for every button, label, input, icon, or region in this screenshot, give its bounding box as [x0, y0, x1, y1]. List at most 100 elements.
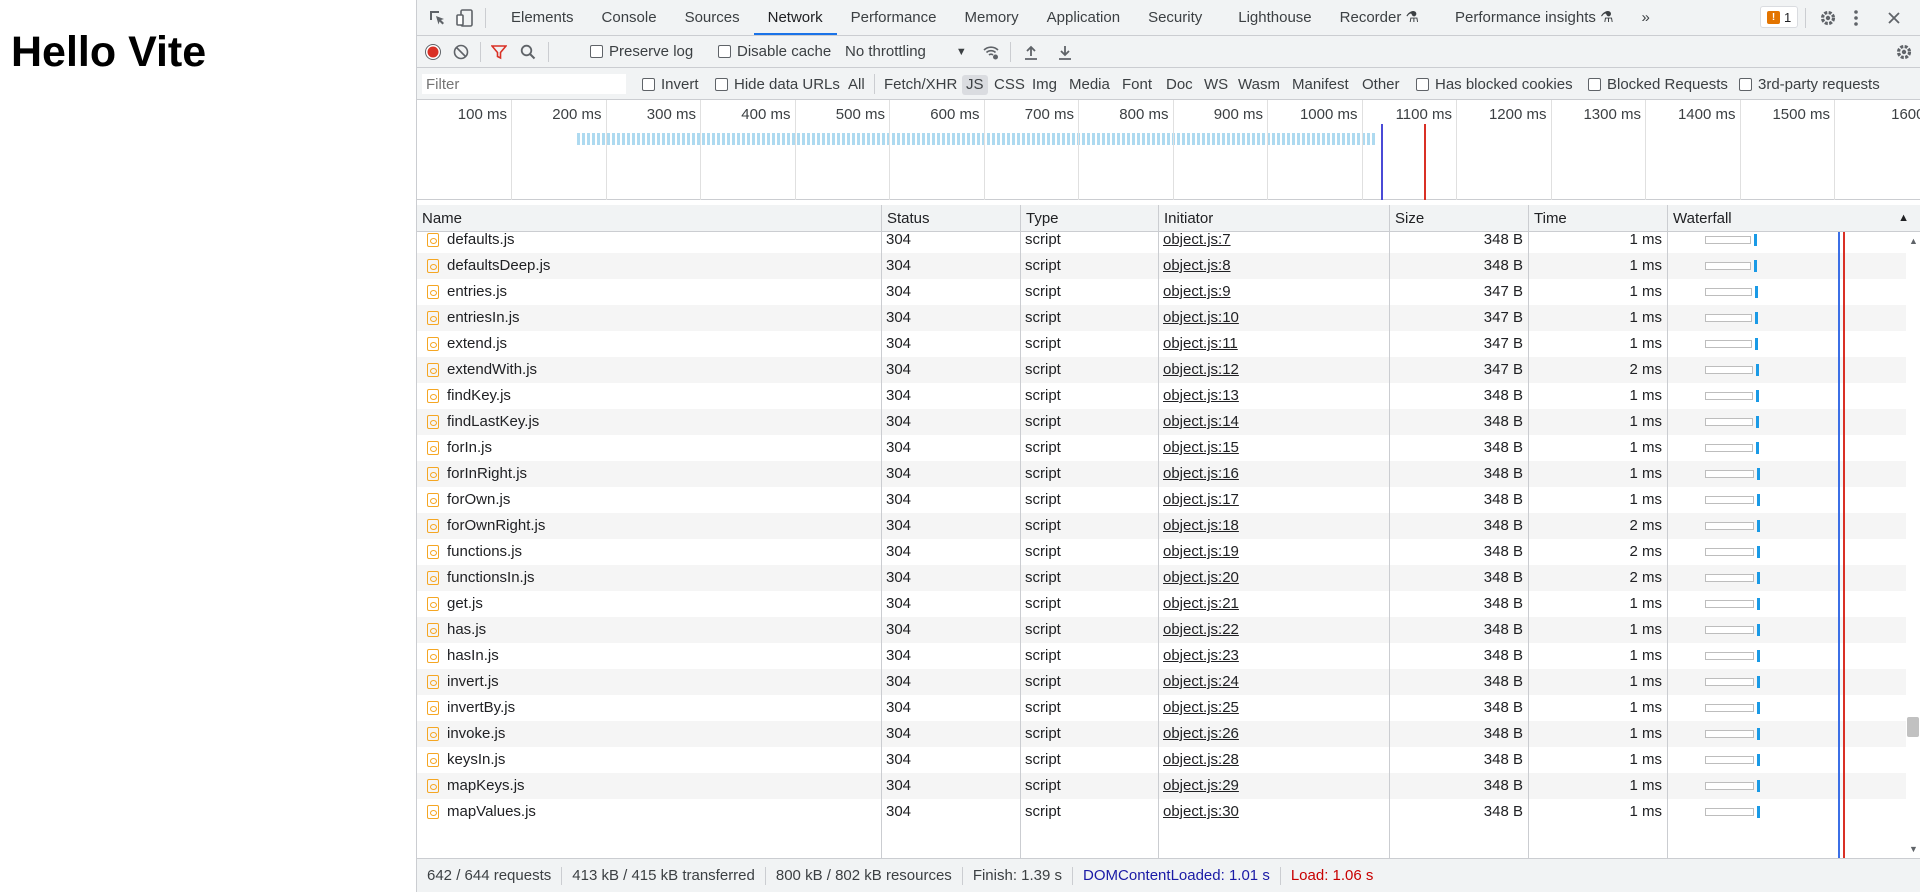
table-row[interactable]: forInRight.js 304 script object.js:16 348 B 1…	[417, 461, 1920, 487]
column-header-name[interactable]: Name	[417, 205, 881, 232]
table-row[interactable]: functionsIn.js 304 script object.js:20 348 B…	[417, 565, 1920, 591]
cell-initiator[interactable]: object.js:10	[1158, 305, 1389, 331]
network-conditions-wifi-icon[interactable]	[979, 40, 1003, 64]
cell-name[interactable]: findLastKey.js	[442, 409, 881, 435]
tab-sources[interactable]: Sources	[671, 0, 754, 35]
cell-initiator[interactable]: object.js:24	[1158, 669, 1389, 695]
cell-initiator[interactable]: object.js:26	[1158, 721, 1389, 747]
checkbox-box[interactable]	[1739, 78, 1752, 91]
cell-initiator[interactable]: object.js:25	[1158, 695, 1389, 721]
table-row[interactable]: get.js 304 script object.js:21 348 B 1 ms	[417, 591, 1920, 617]
record-icon[interactable]	[421, 40, 445, 64]
tab-console[interactable]: Console	[588, 0, 671, 35]
table-row[interactable]: defaultsDeep.js 304 script object.js:8 348 B…	[417, 253, 1920, 279]
table-row[interactable]: findLastKey.js 304 script object.js:14 348 B…	[417, 409, 1920, 435]
inspect-element-icon[interactable]	[425, 6, 449, 30]
blocked-requests-checkbox[interactable]: Blocked Requests	[1588, 76, 1728, 93]
preserve-log-checkbox[interactable]: Preserve log	[590, 43, 693, 60]
cell-initiator[interactable]: object.js:30	[1158, 799, 1389, 825]
table-row[interactable]: invertBy.js 304 script object.js:25 348 B 1 m…	[417, 695, 1920, 721]
table-row[interactable]: entriesIn.js 304 script object.js:10 347 B 1 …	[417, 305, 1920, 331]
cell-name[interactable]: entriesIn.js	[442, 305, 881, 331]
cell-name[interactable]: defaultsDeep.js	[442, 253, 881, 279]
issues-badge[interactable]: ! 1	[1760, 6, 1799, 28]
cell-name[interactable]: forIn.js	[442, 435, 881, 461]
column-header-time[interactable]: Time	[1528, 205, 1667, 232]
table-row[interactable]: hasIn.js 304 script object.js:23 348 B 1 ms	[417, 643, 1920, 669]
table-row[interactable]: findKey.js 304 script object.js:13 348 B 1 ms	[417, 383, 1920, 409]
scroll-down-arrow-icon[interactable]: ▼	[1909, 844, 1918, 854]
table-row[interactable]: has.js 304 script object.js:22 348 B 1 ms	[417, 617, 1920, 643]
column-header-type[interactable]: Type	[1020, 205, 1158, 232]
cell-name[interactable]: defaults.js	[442, 232, 881, 253]
filter-type-doc[interactable]: Doc	[1162, 75, 1197, 95]
table-row[interactable]: invoke.js 304 script object.js:26 348 B 1 ms	[417, 721, 1920, 747]
scrollbar-thumb[interactable]	[1907, 717, 1919, 737]
filter-type-font[interactable]: Font	[1118, 75, 1156, 95]
table-row[interactable]: defaults.js 304 script object.js:7 348 B 1 ms	[417, 232, 1920, 253]
table-row[interactable]: mapValues.js 304 script object.js:30 348 B 1 …	[417, 799, 1920, 825]
table-row[interactable]: entries.js 304 script object.js:9 347 B 1 ms	[417, 279, 1920, 305]
cell-name[interactable]: extend.js	[442, 331, 881, 357]
filter-type-other[interactable]: Other	[1358, 75, 1404, 95]
table-row[interactable]: extendWith.js 304 script object.js:12 347 B 2…	[417, 357, 1920, 383]
checkbox-box[interactable]	[1588, 78, 1601, 91]
cell-initiator[interactable]: object.js:11	[1158, 331, 1389, 357]
checkbox-box[interactable]	[718, 45, 731, 58]
tab-performance[interactable]: Performance	[837, 0, 951, 35]
column-header-status[interactable]: Status	[881, 205, 1020, 232]
filter-type-all[interactable]: All	[844, 75, 869, 95]
cell-name[interactable]: extendWith.js	[442, 357, 881, 383]
cell-name[interactable]: keysIn.js	[442, 747, 881, 773]
cell-initiator[interactable]: object.js:19	[1158, 539, 1389, 565]
cell-initiator[interactable]: object.js:22	[1158, 617, 1389, 643]
cell-initiator[interactable]: object.js:29	[1158, 773, 1389, 799]
table-row[interactable]: forOwnRight.js 304 script object.js:18 348 B…	[417, 513, 1920, 539]
filter-funnel-icon[interactable]	[487, 40, 511, 64]
kebab-menu-icon[interactable]	[1844, 6, 1868, 30]
table-row[interactable]: invert.js 304 script object.js:24 348 B 1 ms	[417, 669, 1920, 695]
cell-name[interactable]: mapValues.js	[442, 799, 881, 825]
filter-type-js[interactable]: JS	[962, 75, 988, 95]
throttling-select[interactable]: No throttling ▼	[845, 43, 967, 60]
cell-initiator[interactable]: object.js:28	[1158, 747, 1389, 773]
cell-name[interactable]: has.js	[442, 617, 881, 643]
table-row[interactable]: mapKeys.js 304 script object.js:29 348 B 1 ms	[417, 773, 1920, 799]
cell-name[interactable]: mapKeys.js	[442, 773, 881, 799]
table-row[interactable]: forOwn.js 304 script object.js:17 348 B 1 ms	[417, 487, 1920, 513]
tab-recorder[interactable]: Recorder ⚗	[1326, 0, 1433, 35]
cell-name[interactable]: hasIn.js	[442, 643, 881, 669]
cell-name[interactable]: forInRight.js	[442, 461, 881, 487]
table-row[interactable]: keysIn.js 304 script object.js:28 348 B 1 ms	[417, 747, 1920, 773]
tab-performance-insights[interactable]: Performance insights ⚗	[1433, 0, 1628, 35]
cell-initiator[interactable]: object.js:13	[1158, 383, 1389, 409]
disable-cache-checkbox[interactable]: Disable cache	[718, 43, 831, 60]
cell-initiator[interactable]: object.js:9	[1158, 279, 1389, 305]
tab-memory[interactable]: Memory	[951, 0, 1033, 35]
cell-initiator[interactable]: object.js:21	[1158, 591, 1389, 617]
tab-network[interactable]: Network	[753, 0, 837, 35]
tab-elements[interactable]: Elements	[497, 0, 588, 35]
cell-initiator[interactable]: object.js:18	[1158, 513, 1389, 539]
table-scrollbar[interactable]: ▲ ▼	[1906, 232, 1920, 858]
tab-security[interactable]: Security	[1134, 0, 1216, 35]
filter-type-img[interactable]: Img	[1028, 75, 1061, 95]
cell-name[interactable]: entries.js	[442, 279, 881, 305]
table-row[interactable]: extend.js 304 script object.js:11 347 B 1 ms	[417, 331, 1920, 357]
table-row[interactable]: forIn.js 304 script object.js:15 348 B 1 ms	[417, 435, 1920, 461]
network-overview-timeline[interactable]: 100 ms 200 ms 300 ms 400 ms 500 ms 600 ms 700 …	[417, 100, 1920, 200]
cell-name[interactable]: findKey.js	[442, 383, 881, 409]
cell-initiator[interactable]: object.js:23	[1158, 643, 1389, 669]
filter-type-manifest[interactable]: Manifest	[1288, 75, 1353, 95]
checkbox-box[interactable]	[715, 78, 728, 91]
invert-checkbox[interactable]: Invert	[642, 76, 699, 93]
filter-type-wasm[interactable]: Wasm	[1234, 75, 1284, 95]
cell-initiator[interactable]: object.js:8	[1158, 253, 1389, 279]
more-tabs-icon[interactable]: »	[1628, 0, 1664, 35]
cell-initiator[interactable]: object.js:20	[1158, 565, 1389, 591]
cell-name[interactable]: get.js	[442, 591, 881, 617]
has-blocked-cookies-checkbox[interactable]: Has blocked cookies	[1416, 76, 1573, 93]
scroll-up-arrow-icon[interactable]: ▲	[1909, 236, 1918, 246]
column-header-waterfall[interactable]: Waterfall ▲	[1667, 205, 1920, 232]
settings-gear-icon[interactable]	[1816, 6, 1840, 30]
